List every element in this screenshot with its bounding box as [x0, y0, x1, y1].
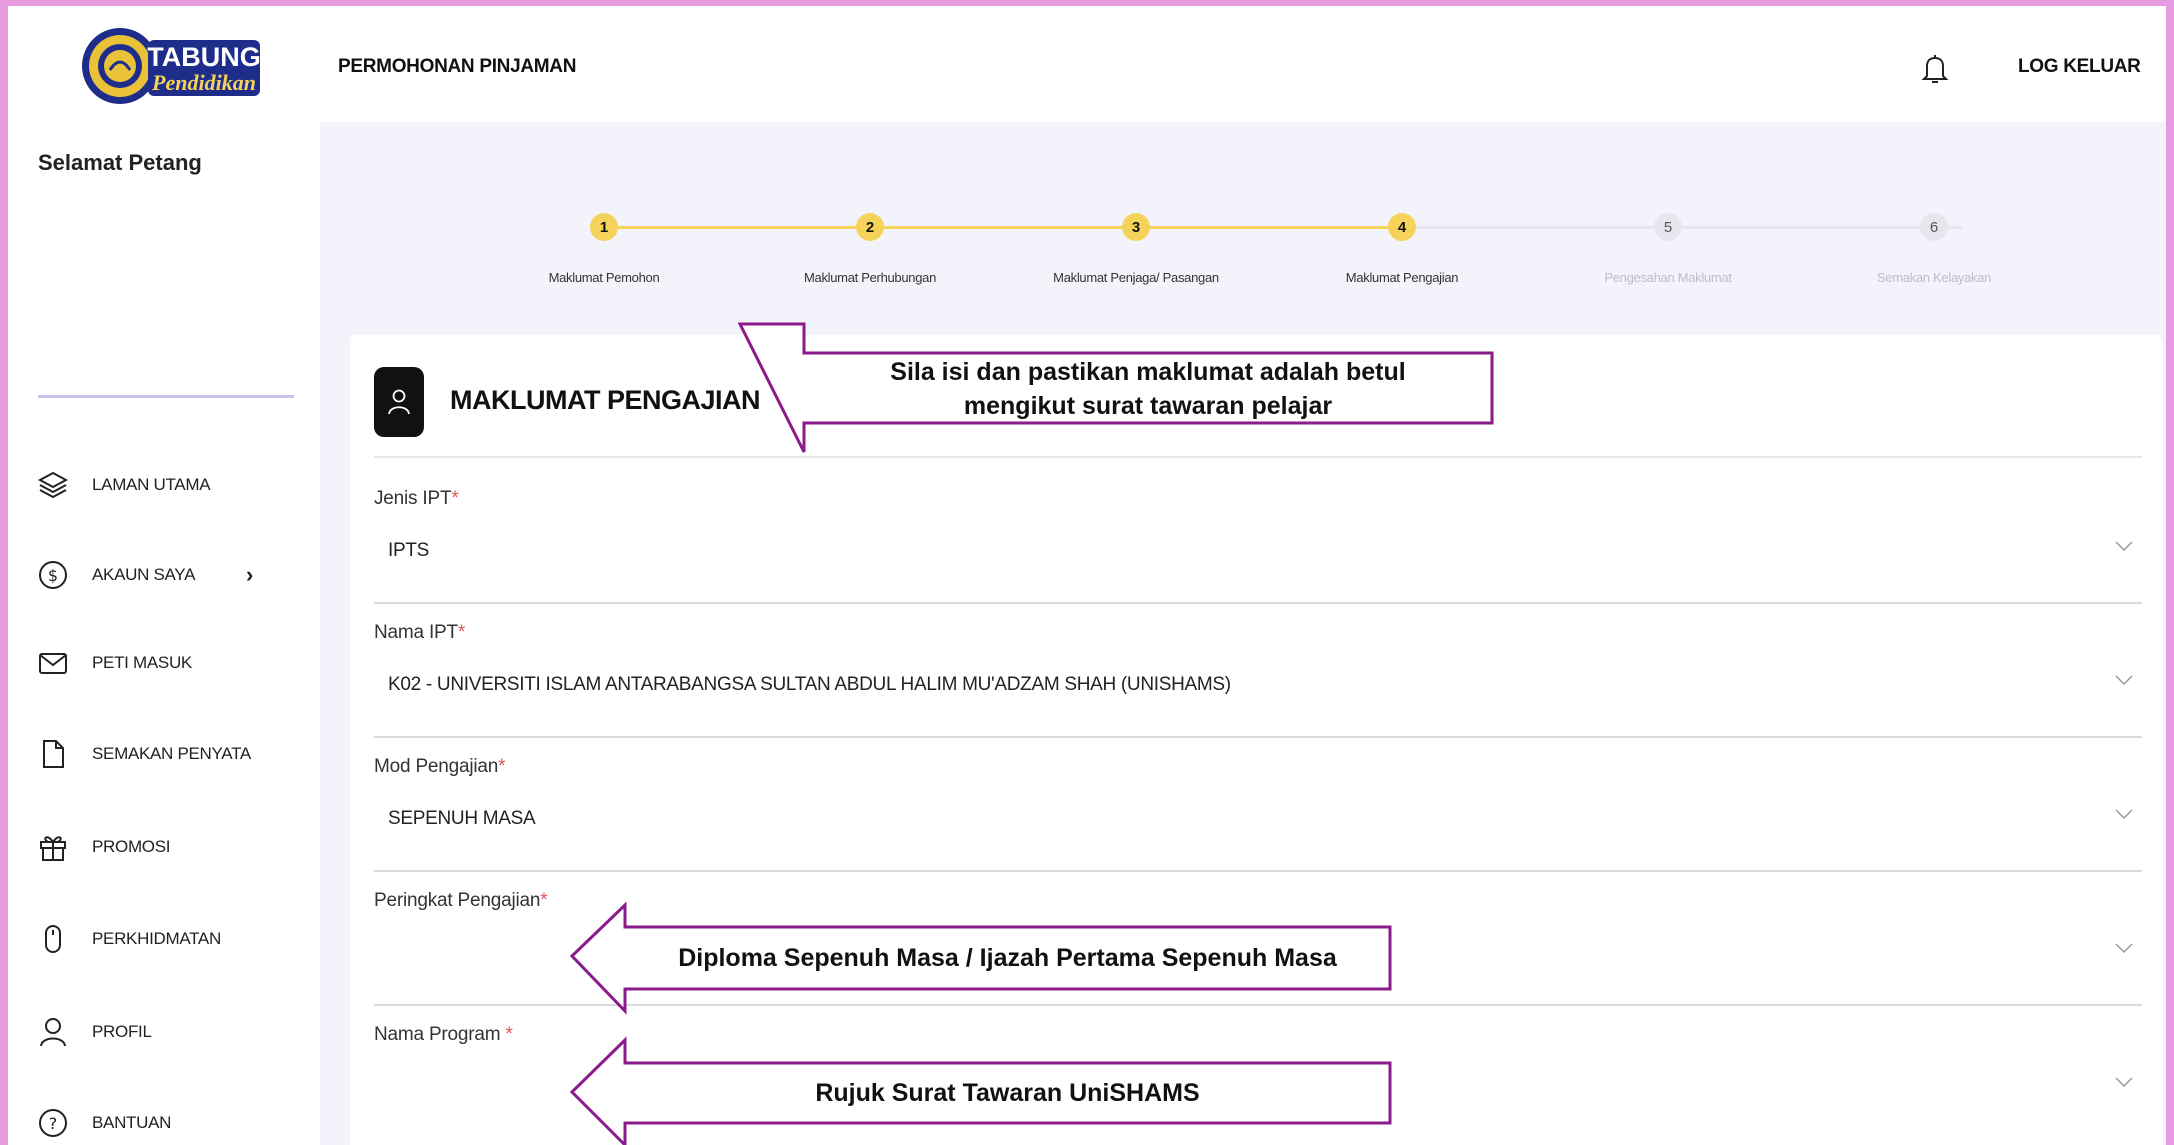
field-label: Mod Pengajian* [374, 756, 506, 777]
logout-button[interactable]: LOG KELUAR [2018, 56, 2141, 78]
peringkat-pengajian-select[interactable]: Peringkat Pengajian* [374, 872, 2142, 1006]
svg-text:Pendidikan: Pendidikan [151, 70, 256, 95]
callout-text-1: Sila isi dan pastikan maklumat adalah be… [890, 358, 1406, 420]
mouse-icon [36, 922, 70, 956]
document-icon [36, 737, 70, 771]
help-icon: ? [36, 1106, 70, 1140]
step-4-label: Maklumat Pengajian [1345, 270, 1459, 285]
main-content: 1 2 3 4 5 6 Maklumat Pemohon Maklumat Pe… [320, 122, 2166, 1145]
chevron-down-icon[interactable] [2114, 670, 2134, 690]
jenis-ipt-select[interactable]: Jenis IPT* IPTS [374, 470, 2142, 604]
mod-pengajian-select[interactable]: Mod Pengajian* SEPENUH MASA [374, 738, 2142, 872]
sidebar-item-peti-masuk[interactable]: PETI MASUK [36, 638, 296, 688]
chevron-down-icon[interactable] [2114, 536, 2134, 556]
nama-ipt-select[interactable]: Nama IPT* K02 - UNIVERSITI ISLAM ANTARAB… [374, 604, 2142, 738]
sidebar-item-semakan-penyata[interactable]: SEMAKAN PENYATA [36, 729, 296, 779]
gift-icon [36, 830, 70, 864]
sidebar-item-profil[interactable]: PROFIL [36, 1007, 296, 1057]
user-icon [374, 367, 424, 437]
step-3-label: Maklumat Penjaga/ Pasangan [1053, 270, 1219, 285]
sidebar-item-label: LAMAN UTAMA [92, 475, 211, 494]
step-1-marker[interactable]: 1 [590, 213, 618, 241]
sidebar-item-akaun-saya[interactable]: $ AKAUN SAYA › [36, 550, 296, 600]
chevron-right-icon[interactable]: › [246, 562, 253, 588]
page-title: PERMOHONAN PINJAMAN [338, 56, 577, 77]
step-6-marker[interactable]: 6 [1920, 213, 1948, 241]
field-label: Nama Program * [374, 1024, 513, 1045]
sidebar-item-label: PERKHIDMATAN [92, 929, 221, 948]
step-2-label: Maklumat Perhubungan [803, 270, 937, 285]
sidebar-item-label: PROFIL [92, 1022, 152, 1041]
top-header: PERMOHONAN PINJAMAN LOG KELUAR [320, 6, 2166, 122]
svg-text:?: ? [49, 1114, 58, 1133]
user-icon [36, 1015, 70, 1049]
step-2-marker[interactable]: 2 [856, 213, 884, 241]
greeting-text: Selamat Petang [38, 150, 202, 175]
step-5-label: Pengesahan Maklumat [1604, 270, 1732, 285]
tabung-pendidikan-logo: TABUNG Pendidikan [76, 20, 266, 112]
nama-program-select[interactable]: Nama Program * [374, 1006, 2142, 1140]
sidebar-item-bantuan[interactable]: ? BANTUAN [36, 1098, 296, 1145]
mail-icon [36, 646, 70, 680]
sidebar-item-perkhidmatan[interactable]: PERKHIDMATAN [36, 914, 296, 964]
sidebar-item-label: AKAUN SAYA [92, 565, 196, 584]
bell-icon[interactable] [1920, 52, 1950, 86]
field-label: Peringkat Pengajian* [374, 890, 548, 911]
svg-text:$: $ [48, 566, 58, 585]
sidebar: TABUNG Pendidikan Selamat Petang LAMAN U… [8, 6, 320, 1145]
chevron-down-icon[interactable] [2114, 938, 2134, 958]
callout-text-2: Diploma Sepenuh Masa / Ijazah Pertama Se… [678, 944, 1337, 972]
sidebar-item-label: PETI MASUK [92, 653, 192, 672]
step-1-label: Maklumat Pemohon [548, 270, 660, 285]
section-title: MAKLUMAT PENGAJIAN [450, 385, 761, 415]
form-card: MAKLUMAT PENGAJIAN Jenis IPT* IPTS Nama … [350, 335, 2162, 1145]
chevron-down-icon[interactable] [2114, 1072, 2134, 1092]
chevron-down-icon[interactable] [2114, 804, 2134, 824]
step-5-marker[interactable]: 5 [1654, 213, 1682, 241]
field-value: K02 - UNIVERSITI ISLAM ANTARABANGSA SULT… [388, 674, 1231, 695]
callout-text-3: Rujuk Surat Tawaran UniSHAMS [815, 1079, 1200, 1107]
sidebar-item-laman-utama[interactable]: LAMAN UTAMA [36, 460, 296, 510]
field-label: Jenis IPT* [374, 488, 459, 509]
stepper-progress-line [604, 226, 1396, 229]
sidebar-item-label: PROMOSI [92, 837, 171, 856]
sidebar-item-label: SEMAKAN PENYATA [92, 744, 251, 763]
step-6-label: Semakan Kelayakan [1876, 270, 1992, 285]
app-window: TABUNG Pendidikan Selamat Petang LAMAN U… [8, 6, 2166, 1145]
field-value: SEPENUH MASA [388, 808, 536, 829]
field-value: IPTS [388, 540, 430, 561]
field-label: Nama IPT* [374, 622, 466, 643]
layers-icon [36, 468, 70, 502]
step-3-marker[interactable]: 3 [1122, 213, 1150, 241]
section-divider [374, 456, 2142, 458]
step-4-marker[interactable]: 4 [1388, 213, 1416, 241]
sidebar-item-label: BANTUAN [92, 1113, 172, 1132]
sidebar-item-promosi[interactable]: PROMOSI [36, 822, 296, 872]
sidebar-divider [38, 395, 294, 398]
dollar-icon: $ [36, 558, 70, 592]
svg-text:TABUNG: TABUNG [147, 42, 260, 72]
